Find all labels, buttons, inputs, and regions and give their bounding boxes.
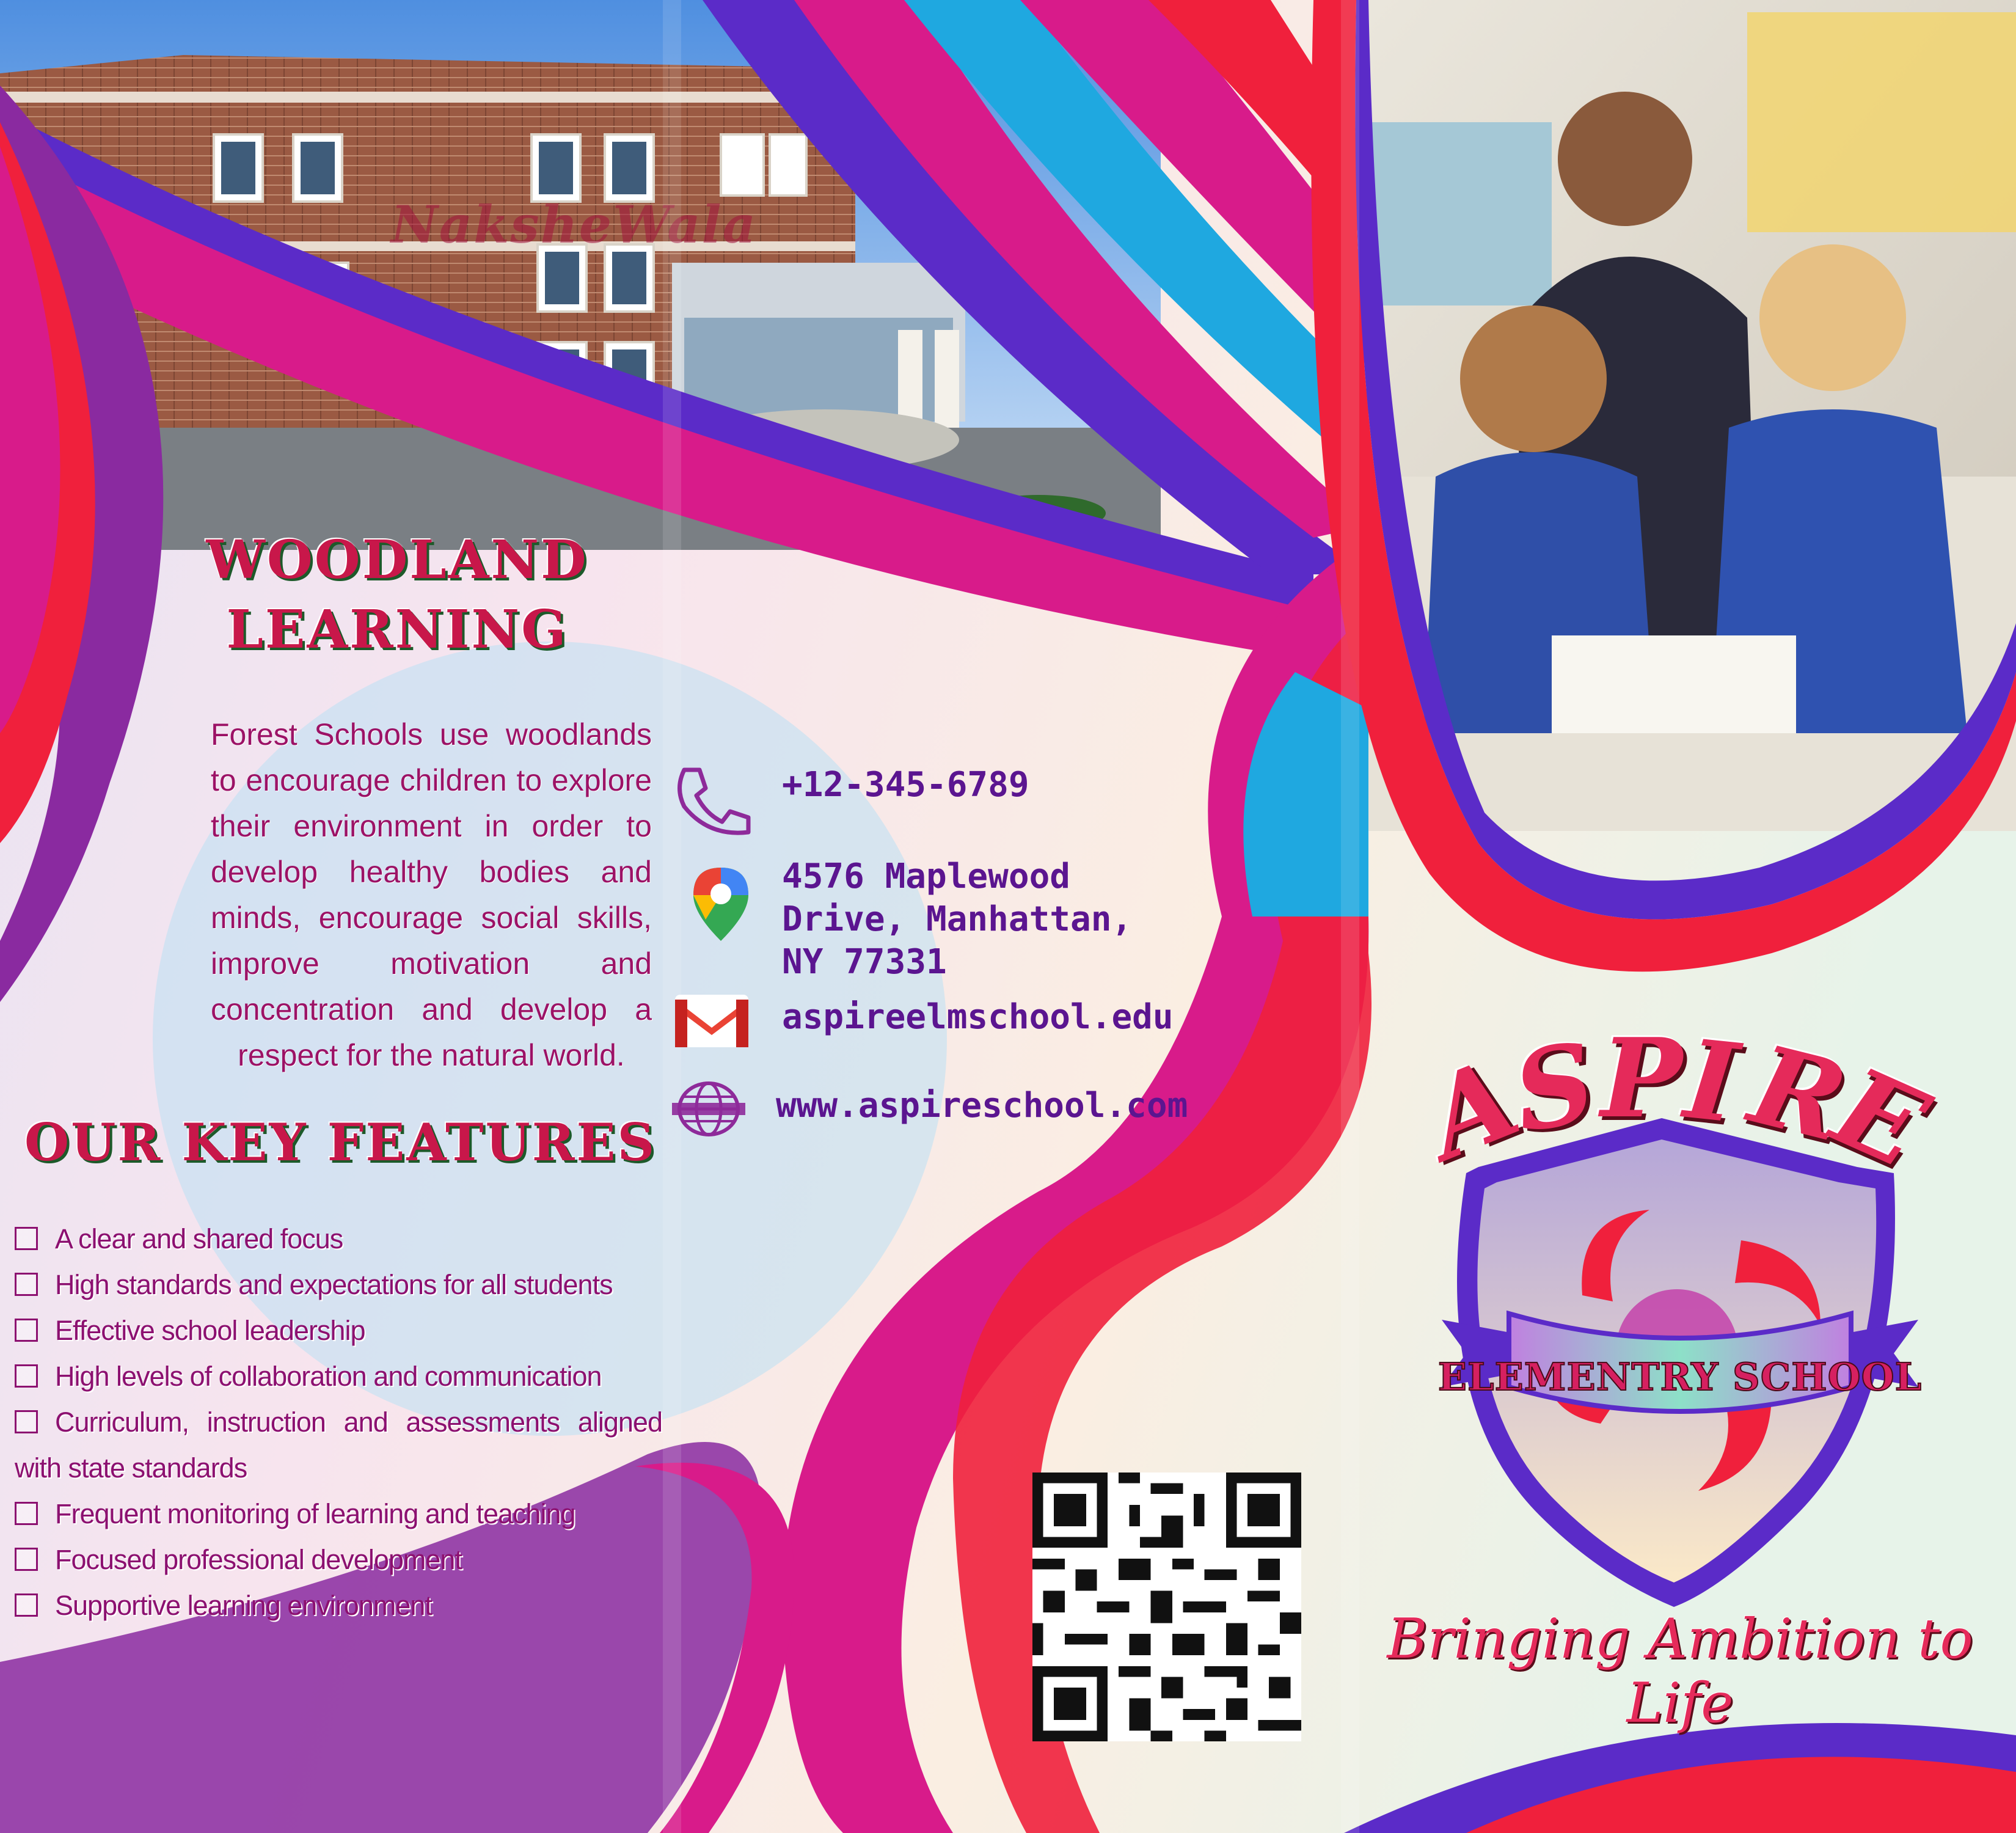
- qr-code[interactable]: [1032, 1473, 1301, 1741]
- brochure-canvas: NaksheWala WOODLAND LEARNING Forest Scho…: [0, 0, 2016, 1833]
- ribbon-label: ELEMENTRY SCHOOL: [1438, 1355, 1923, 1399]
- school-crest: ELEMENTRY SCHOOL: [1437, 1118, 1923, 1607]
- school-tagline: Bringing Ambition to Life: [1387, 1607, 1973, 1735]
